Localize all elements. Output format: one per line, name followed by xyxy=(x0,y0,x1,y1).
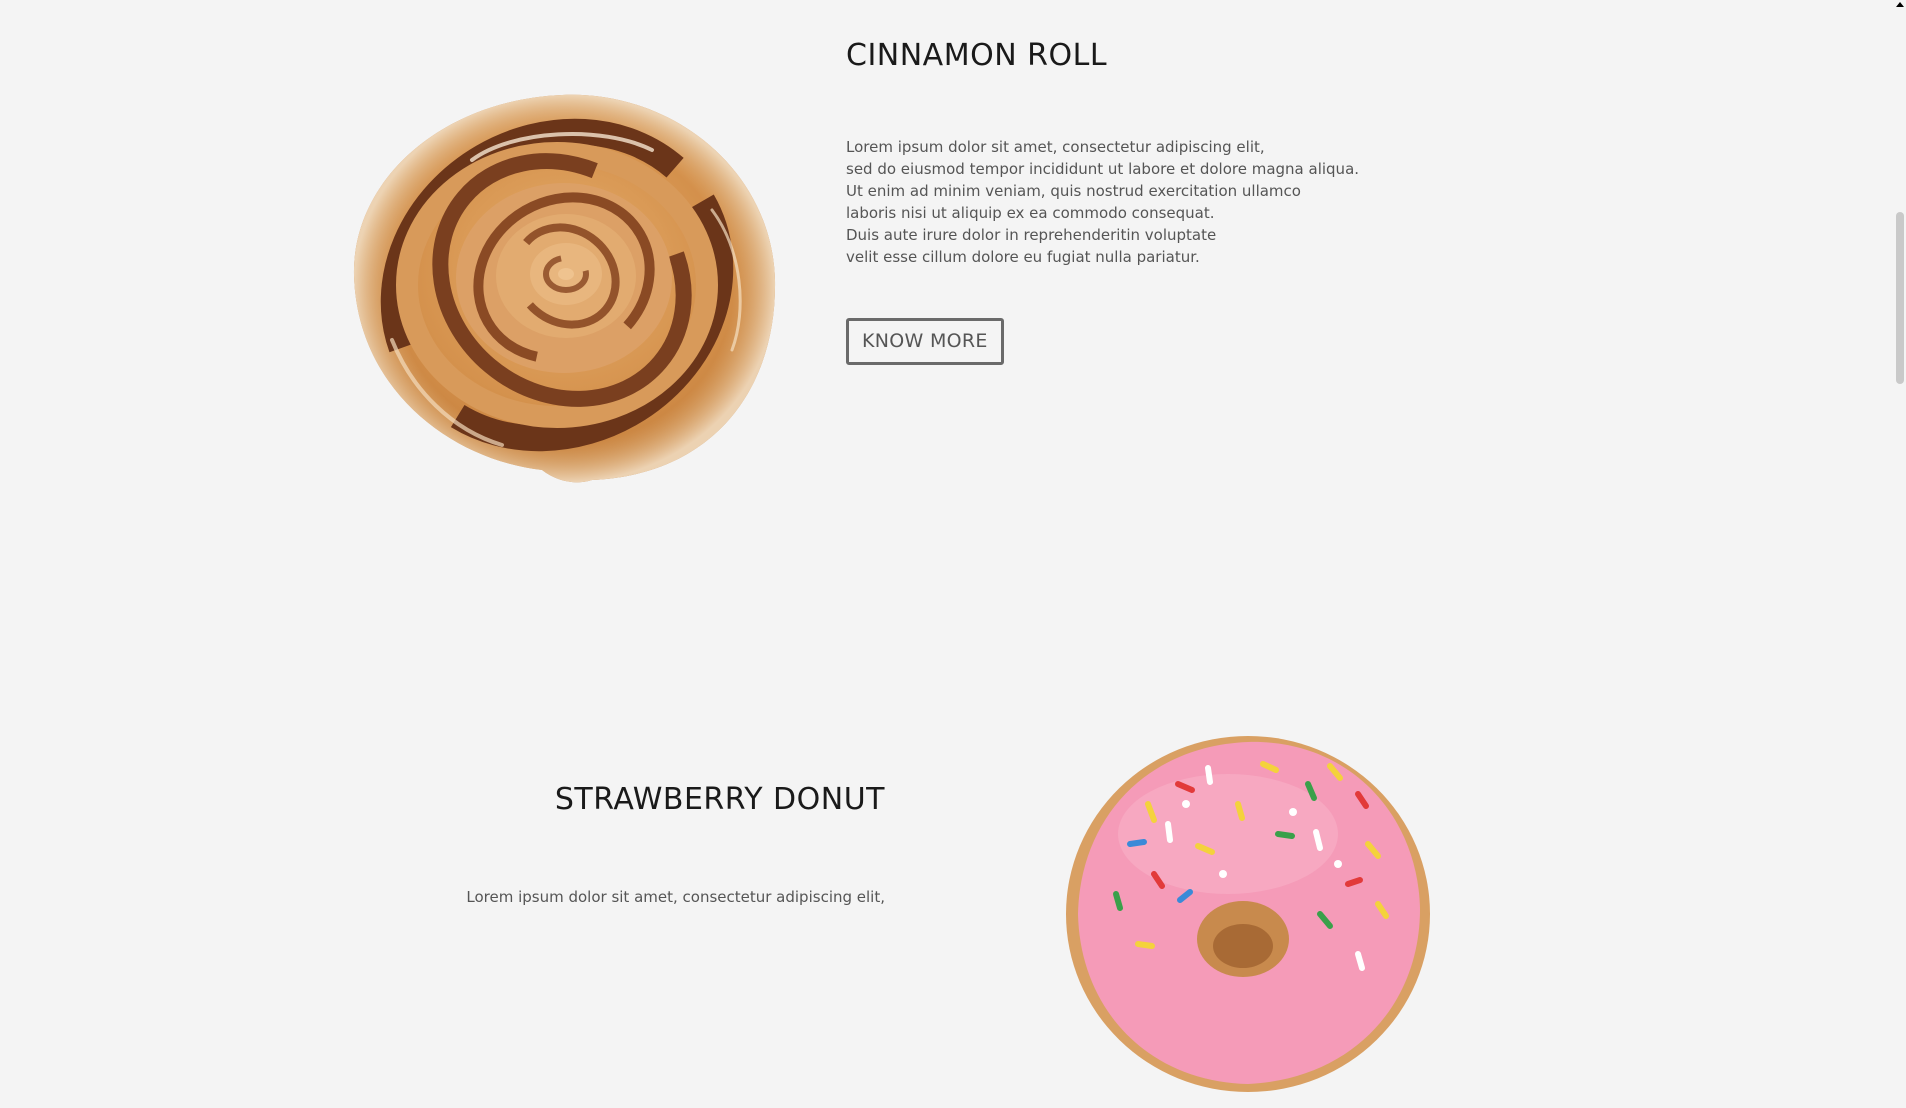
product-description: Lorem ipsum dolor sit amet, consectetur … xyxy=(420,886,885,908)
description-line: laboris nisi ut aliquip ex ea commodo co… xyxy=(846,204,1215,222)
product-description: Lorem ipsum dolor sit amet, consectetur … xyxy=(846,136,1466,268)
description-line: Ut enim ad minim veniam, quis nostrud ex… xyxy=(846,182,1301,200)
description-line: velit esse cillum dolore eu fugiat nulla… xyxy=(846,248,1200,266)
page: CINNAMON ROLL Lorem ipsum dolor sit amet… xyxy=(0,0,1906,1092)
description-line: Duis aute irure dolor in reprehenderitin… xyxy=(846,226,1217,244)
scrollbar-thumb[interactable] xyxy=(1896,212,1904,384)
description-line: Lorem ipsum dolor sit amet, consectetur … xyxy=(846,138,1265,156)
description-line: Lorem ipsum dolor sit amet, consectetur … xyxy=(466,888,885,906)
vertical-scrollbar[interactable] xyxy=(1894,0,1906,896)
description-line: sed do eiusmod tempor incididunt ut labo… xyxy=(846,160,1360,178)
know-more-button[interactable]: KNOW MORE xyxy=(846,318,1004,365)
product-info-strawberry-donut: STRAWBERRY DONUT Lorem ipsum dolor sit a… xyxy=(420,780,885,908)
cinnamon-roll-image xyxy=(352,90,777,485)
product-title: STRAWBERRY DONUT xyxy=(554,782,885,817)
product-info-cinnamon-roll: CINNAMON ROLL Lorem ipsum dolor sit amet… xyxy=(846,36,1466,365)
scroll-up-arrow-icon[interactable] xyxy=(1896,2,1904,7)
product-title: CINNAMON ROLL xyxy=(846,38,1108,73)
strawberry-donut-image xyxy=(1058,724,1438,1104)
